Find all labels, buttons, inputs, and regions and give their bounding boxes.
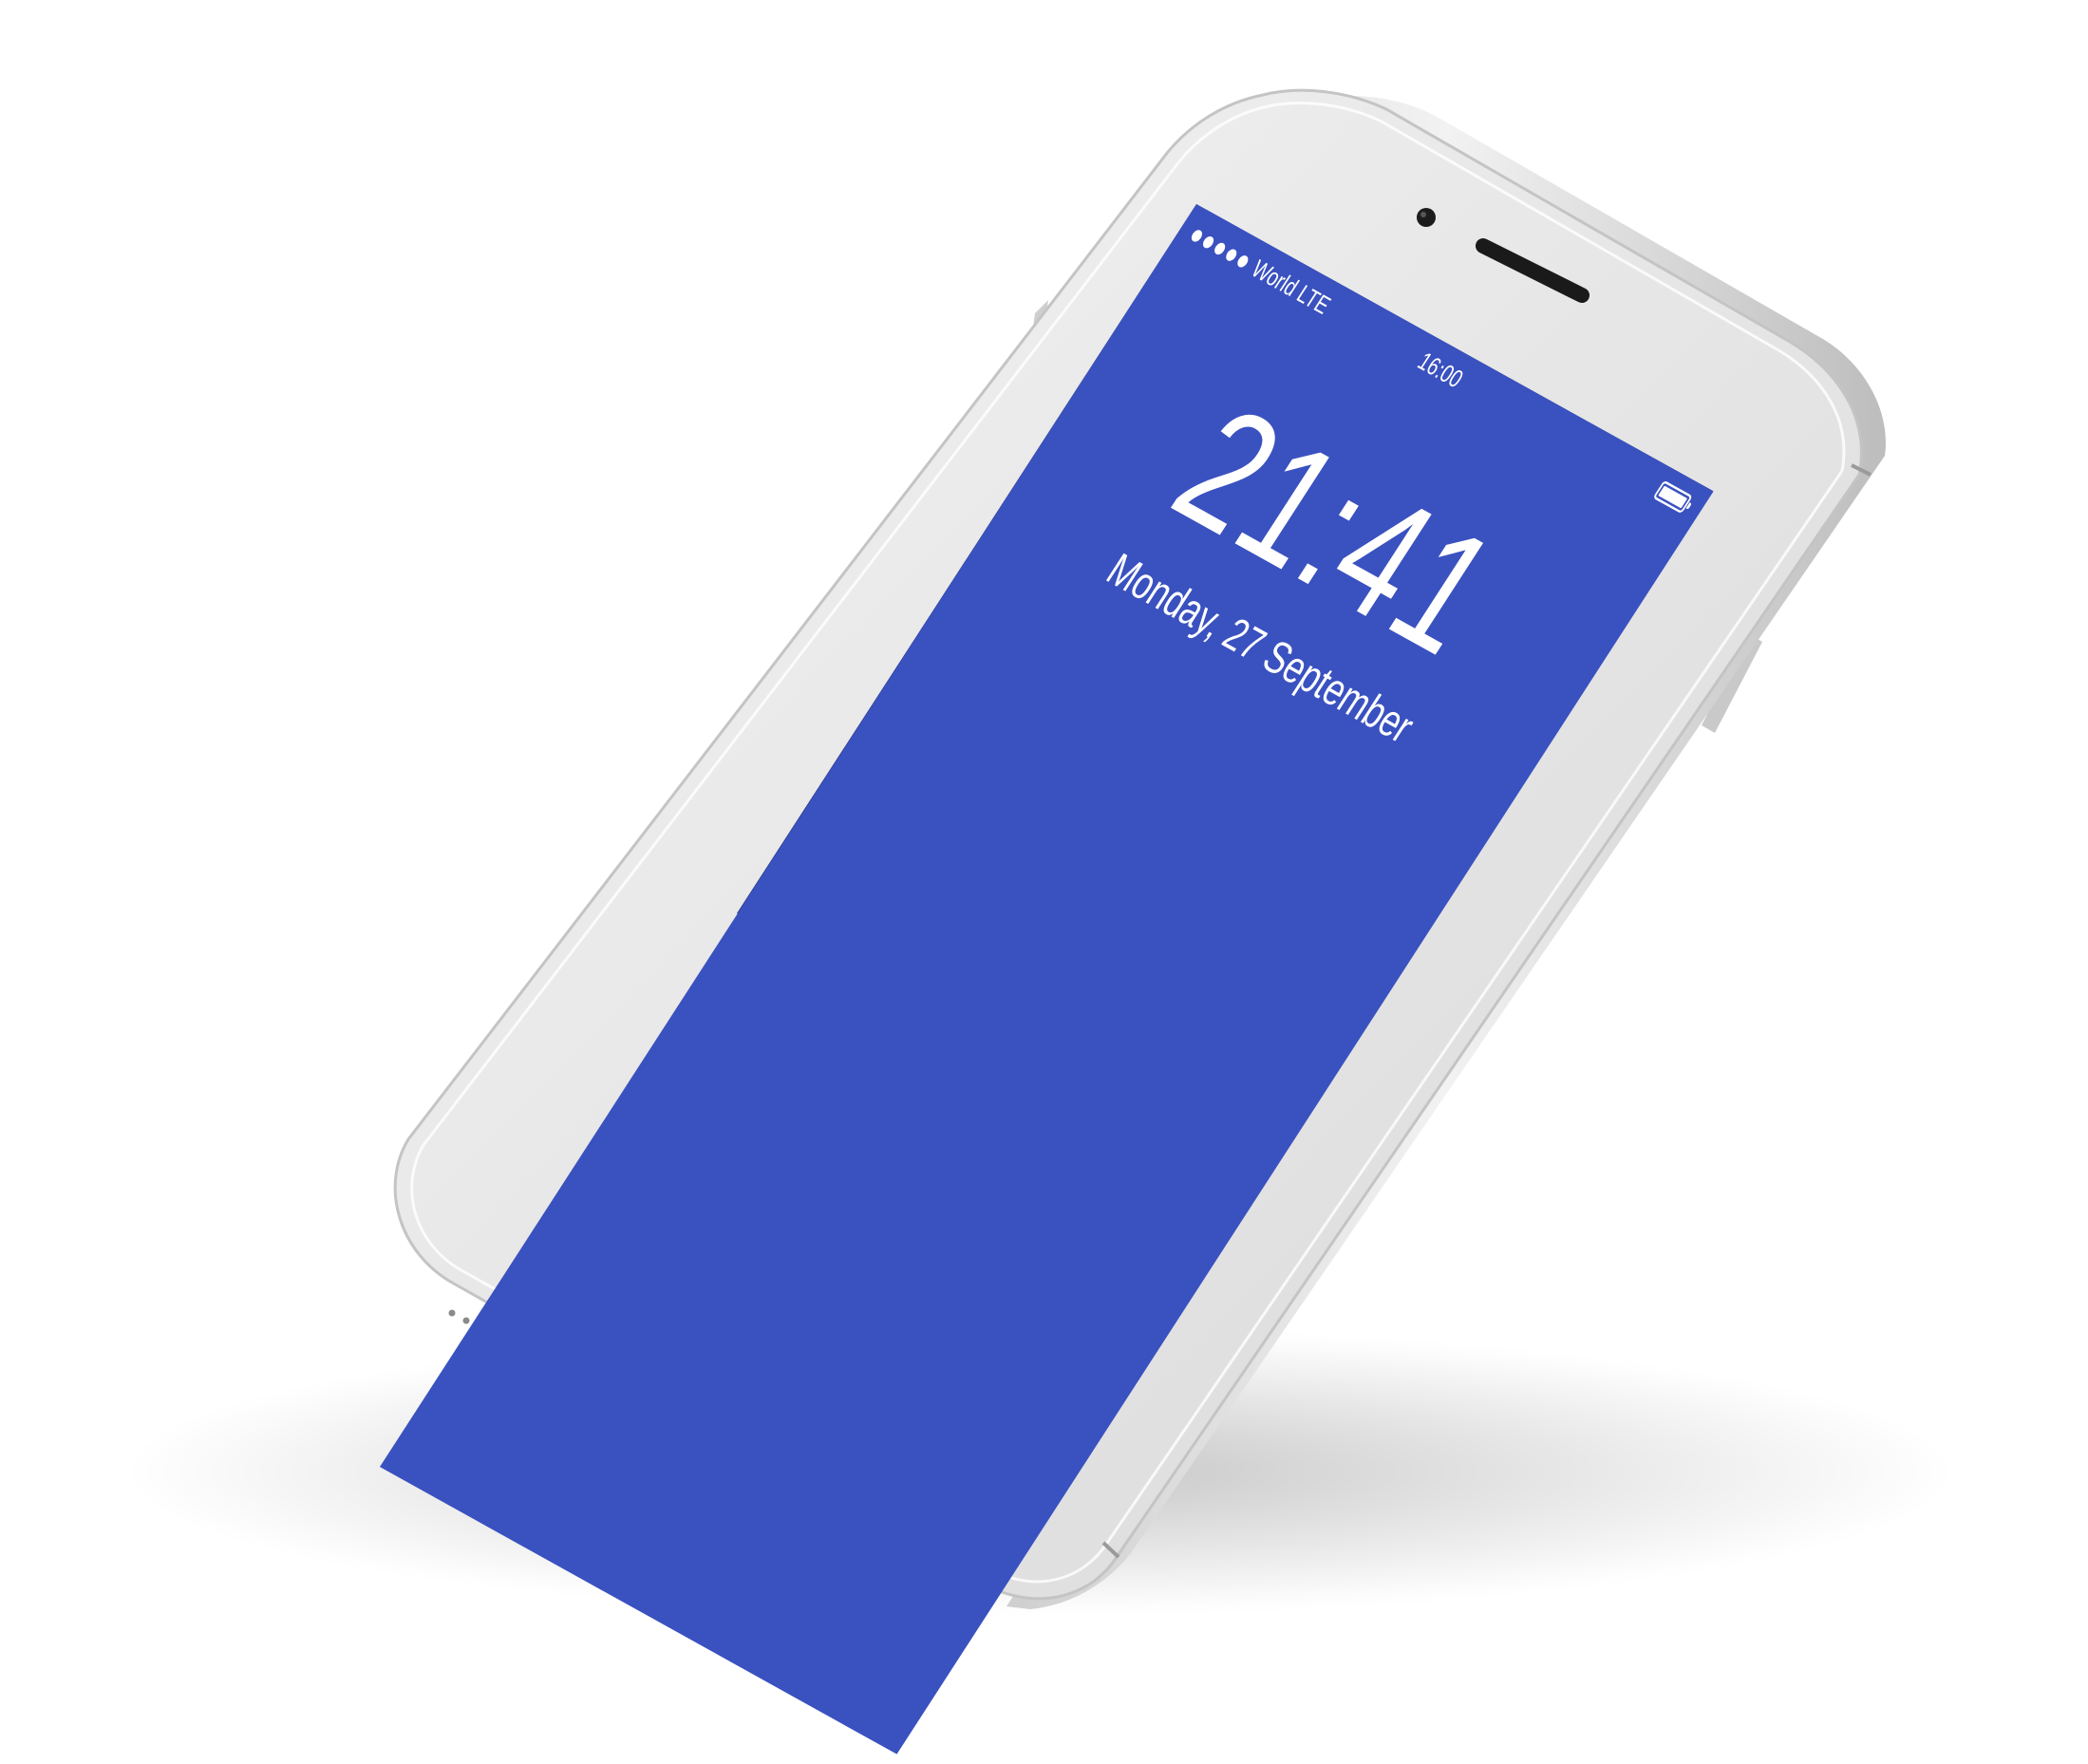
- front-camera-icon: [1417, 208, 1436, 227]
- scene: World LTE 16:00 21:41 Monday, 27 Septemb…: [0, 0, 2088, 1764]
